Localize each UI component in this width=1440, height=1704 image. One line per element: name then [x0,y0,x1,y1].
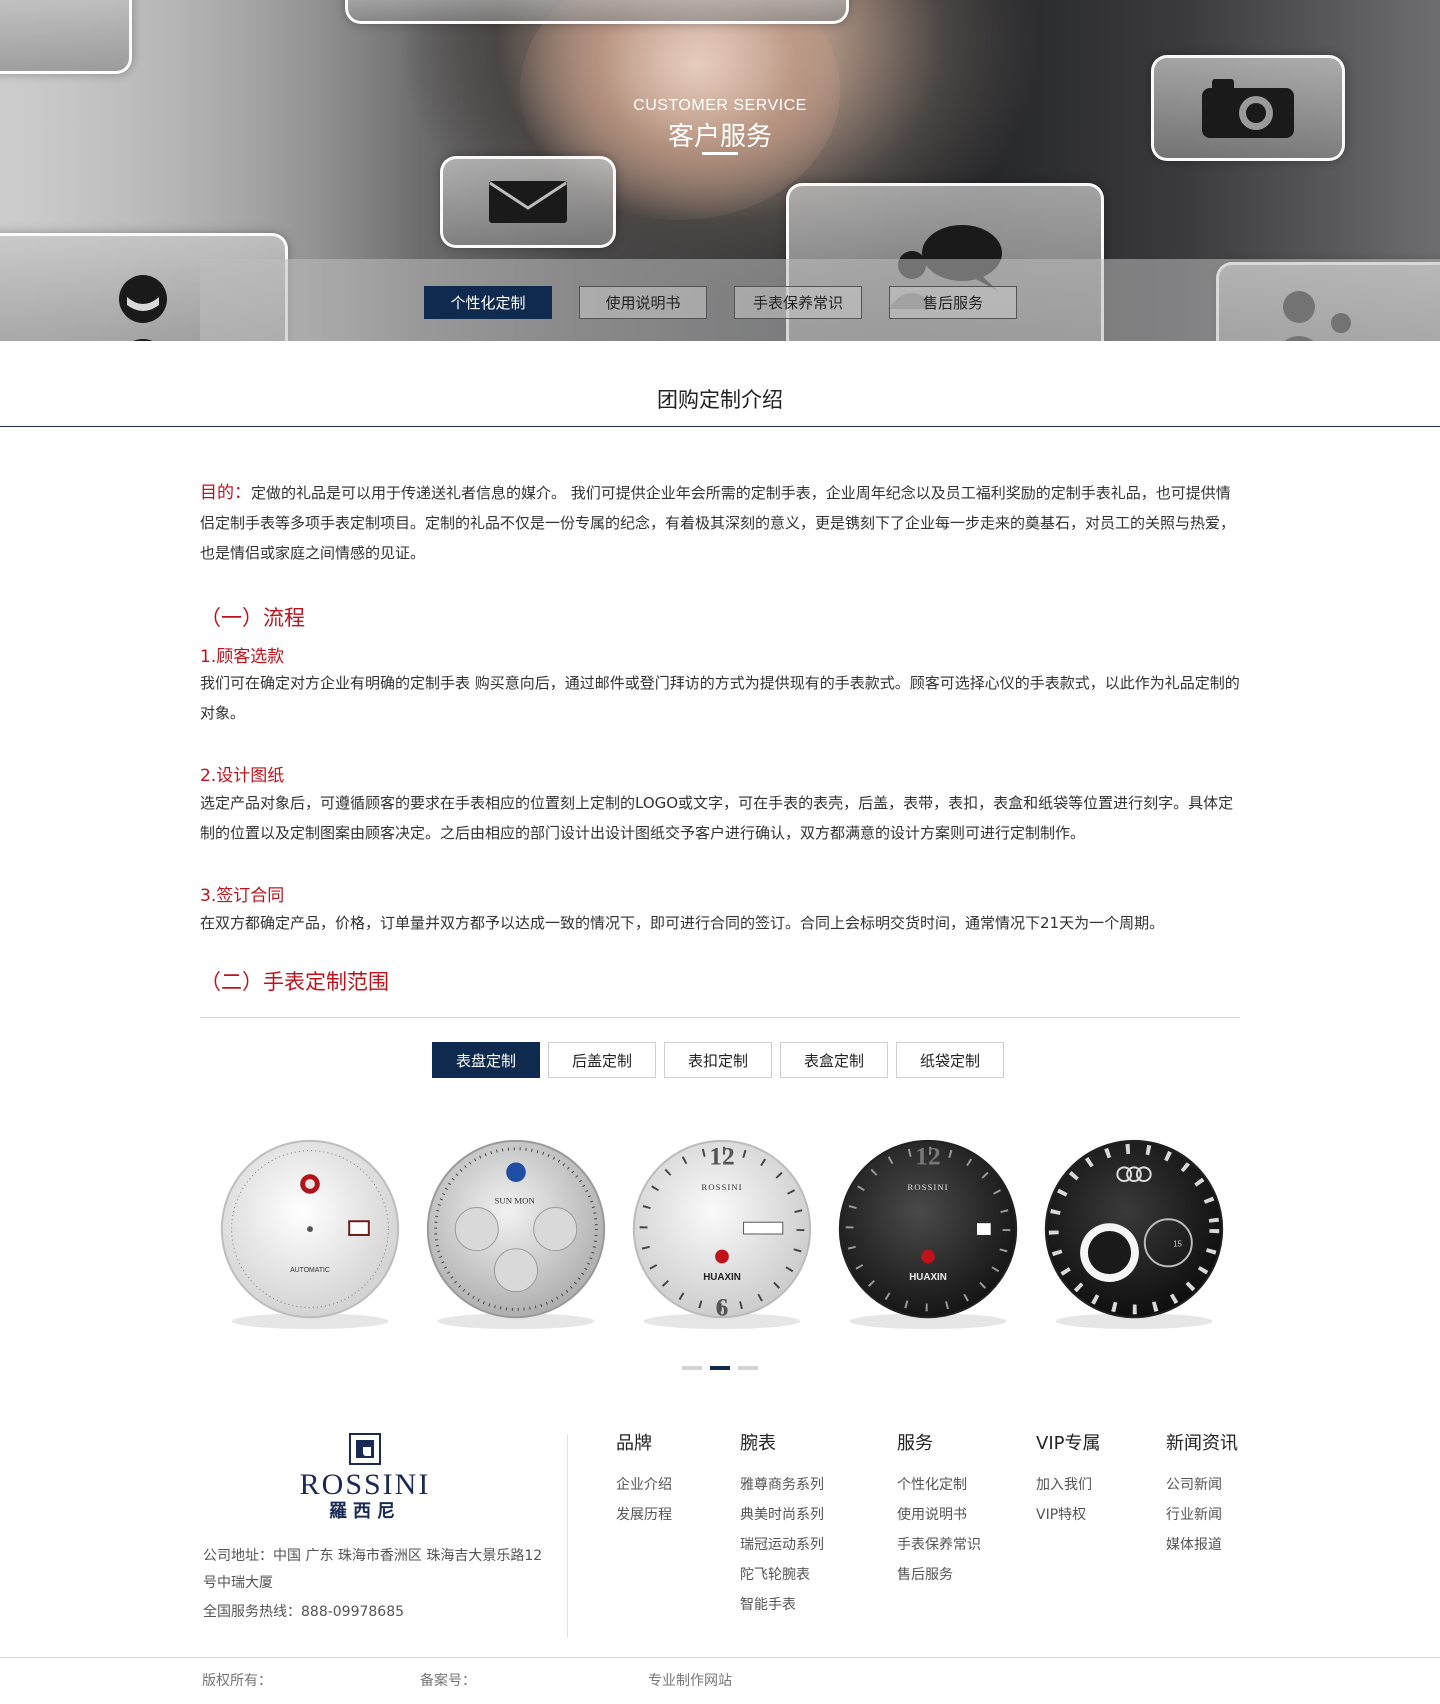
footer-link[interactable]: 雅尊商务系列 [740,1470,824,1500]
process-heading: （一）流程 [200,606,305,630]
footer-col-brand: 品牌 企业介绍 发展历程 [616,1432,672,1530]
person-icon [119,275,167,341]
hero-title-en: CUSTOMER SERVICE [633,97,807,114]
service-tabs: 个性化定制 使用说明书 手表保养常识 售后服务 [424,286,1017,319]
hero-tile [0,0,132,74]
footer-col-title: 新闻资讯 [1166,1433,1238,1454]
dial-image[interactable]: AUTOMATIC [212,1135,408,1331]
hero-title-underline [702,152,738,155]
footer-col-news: 新闻资讯 公司新闻 行业新闻 媒体报道 [1166,1432,1238,1560]
step-title: 2.设计图纸 [200,766,285,786]
dial-sub: HUAXIN [909,1272,947,1283]
step-title: 1.顾客选款 [200,647,285,667]
footer-col-watches: 腕表 雅尊商务系列 典美时尚系列 瑞冠运动系列 陀飞轮腕表 智能手表 [740,1432,824,1620]
dial-image[interactable]: 12 6 ROSSINI HUAXIN [624,1135,820,1331]
dial-brand: ROSSINI [701,1182,742,1192]
hero-tile [345,0,849,24]
footer-link[interactable]: 媒体报道 [1166,1530,1238,1560]
tab-dial[interactable]: 表盘定制 [432,1042,540,1078]
footer-link[interactable]: 手表保养常识 [897,1530,981,1560]
tab-box[interactable]: 表盒定制 [780,1042,888,1078]
scope-heading: （二）手表定制范围 [200,970,389,994]
carousel-dot[interactable] [710,1366,730,1370]
dial-image[interactable]: SUN MON [418,1135,614,1331]
footer-col-service: 服务 个性化定制 使用说明书 手表保养常识 售后服务 [897,1432,981,1590]
hero-banner: CUSTOMER SERVICE 客户服务 个性化定制 使用说明书 手表保养常识… [0,0,1440,341]
svg-text:12: 12 [709,1141,734,1170]
footer-col-vip: VIP专属 加入我们 VIP特权 [1036,1432,1100,1530]
dial-brand: ROSSINI [907,1182,948,1192]
company-address: 公司地址：中国 广东 珠海市香洲区 珠海吉大景乐路12号中瑞大厦 [203,1548,543,1591]
tab-bag[interactable]: 纸袋定制 [896,1042,1004,1078]
icp-text: 备案号： [420,1673,476,1689]
dial-sub: HUAXIN [703,1272,741,1283]
purpose-paragraph: 目的：定做的礼品是可以用于传递送礼者信息的媒介。 我们可提供企业年会所需的定制手… [200,478,1240,568]
footer-link[interactable]: 典美时尚系列 [740,1500,824,1530]
mail-icon [489,181,567,223]
maker-link[interactable]: 专业制作网站 [648,1670,732,1690]
purpose-label: 目的： [200,483,251,503]
mail-tile [440,156,616,248]
footer-col-title: 腕表 [740,1433,776,1454]
footer-col-title: 品牌 [616,1433,652,1454]
logo-text-en: ROSSINI [299,1468,431,1501]
footer-col-title: 服务 [897,1433,933,1454]
carousel-dot[interactable] [682,1366,702,1370]
tab-caseback[interactable]: 后盖定制 [548,1042,656,1078]
step-text: 选定产品对象后，可遵循顾客的要求在手表相应的位置刻上定制的LOGO或文字，可在手… [200,794,1234,842]
dial-label: 15 [1173,1240,1182,1249]
dial-carousel: AUTOMATIC SUN MON 12 6 ROSSINI HUAXIN 12… [212,1135,1232,1335]
footer-link[interactable]: VIP特权 [1036,1500,1100,1530]
footer-link[interactable]: 加入我们 [1036,1470,1100,1500]
service-hotline: 全国服务热线：888-09978685 [203,1604,405,1620]
rossini-logo[interactable]: ROSSINI 羅西尼 [280,1433,450,1521]
copyright-text: 版权所有： [202,1673,272,1689]
footer-link[interactable]: 公司新闻 [1166,1470,1238,1500]
footer-col-title: VIP专属 [1036,1433,1101,1454]
title-divider [0,426,1440,427]
svg-text:12: 12 [915,1141,940,1170]
tab-customization[interactable]: 个性化定制 [424,286,552,319]
footer-link[interactable]: 个性化定制 [897,1470,981,1500]
tab-care-tips[interactable]: 手表保养常识 [734,286,862,319]
footer-bottom-divider [0,1657,1440,1658]
footer-link[interactable]: 瑞冠运动系列 [740,1530,824,1560]
hero-title-zh: 客户服务 [667,122,772,152]
footer-link[interactable]: 陀飞轮腕表 [740,1560,824,1590]
purpose-text: 定做的礼品是可以用于传递送礼者信息的媒介。 我们可提供企业年会所需的定制手表，企… [200,484,1236,562]
step-text: 在双方都确定产品，价格，订单量并双方都予以达成一致的情况下，即可进行合同的签订。… [200,914,1165,932]
footer-link[interactable]: 发展历程 [616,1500,672,1530]
svg-text:6: 6 [716,1292,729,1321]
step-title: 3.签订合同 [200,886,285,906]
dial-label: SUN MON [494,1196,535,1206]
tab-manual[interactable]: 使用说明书 [579,286,707,319]
footer-link[interactable]: 智能手表 [740,1590,824,1620]
company-contact: 公司地址：中国 广东 珠海市香洲区 珠海吉大景乐路12号中瑞大厦 全国服务热线：… [203,1543,543,1626]
logo-icon [349,1433,381,1465]
dial-label: AUTOMATIC [290,1267,330,1274]
scope-tabs: 表盘定制 后盖定制 表扣定制 表盒定制 纸袋定制 [432,1042,1004,1078]
carousel-dots [682,1366,758,1370]
page-title: 团购定制介绍 [657,388,783,412]
footer-link[interactable]: 售后服务 [897,1560,981,1590]
dial-image[interactable]: 15 [1036,1135,1232,1331]
scope-divider [200,1017,1240,1018]
footer-link[interactable]: 行业新闻 [1166,1500,1238,1530]
footer-link[interactable]: 企业介绍 [616,1470,672,1500]
tab-after-sales[interactable]: 售后服务 [889,286,1017,319]
carousel-dot[interactable] [738,1366,758,1370]
footer-link[interactable]: 使用说明书 [897,1500,981,1530]
footer-divider [567,1434,568,1638]
step-text: 我们可在确定对方企业有明确的定制手表 购买意向后，通过邮件或登门拜访的方式为提供… [200,674,1240,722]
tab-clasp[interactable]: 表扣定制 [664,1042,772,1078]
logo-text-zh: 羅西尼 [329,1501,401,1521]
dial-image[interactable]: 12 ROSSINI HUAXIN [830,1135,1026,1331]
